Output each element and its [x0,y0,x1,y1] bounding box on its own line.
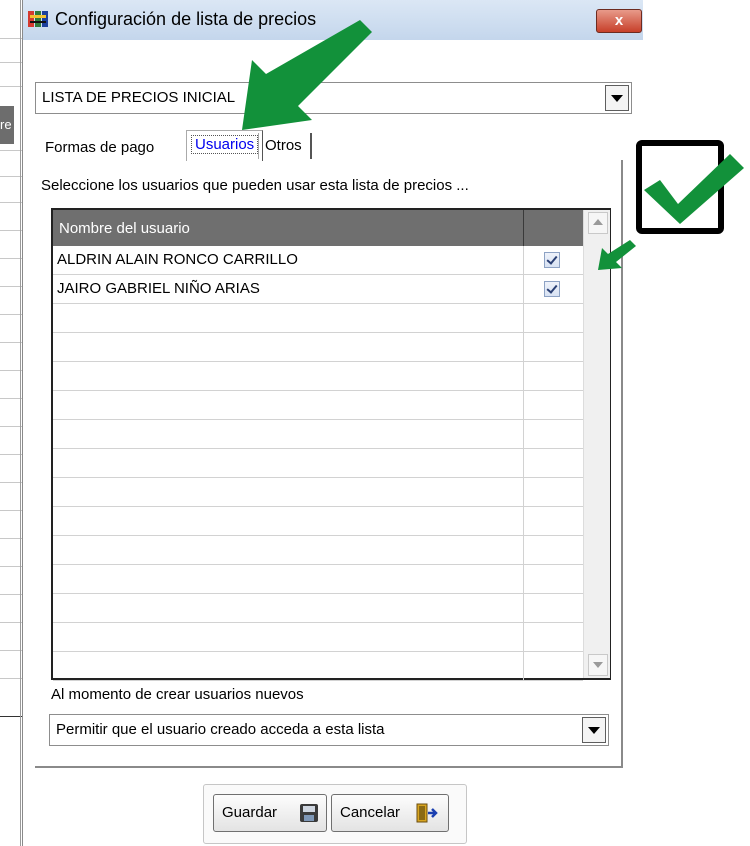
bg-divider [0,286,22,287]
column-separator [523,362,524,390]
bg-divider [0,716,22,717]
bg-divider [0,622,22,623]
bg-divider [0,176,22,177]
column-separator [523,391,524,419]
table-row[interactable] [53,362,583,391]
save-button[interactable]: Guardar [213,794,327,832]
grid-scrollbar[interactable] [583,210,610,678]
bg-divider [0,370,22,371]
close-button[interactable]: x [596,9,642,33]
bg-border [20,0,21,846]
user-access-checkbox[interactable] [544,252,560,268]
bg-divider [0,538,22,539]
window-title: Configuración de lista de precios [55,9,317,29]
bg-tab-fragment: re [0,106,14,144]
column-separator [523,623,524,651]
table-row[interactable] [53,652,583,681]
table-row[interactable] [53,304,583,333]
bg-divider [0,150,22,151]
exit-door-icon [416,803,438,823]
column-separator [523,507,524,535]
tab-usuarios[interactable]: Usuarios [186,130,264,161]
grid-rows: ALDRIN ALAIN RONCO CARRILLO JAIRO GABRIEL… [53,246,583,681]
bg-divider [0,678,22,679]
bg-divider [0,230,22,231]
user-name-cell: ALDRIN ALAIN RONCO CARRILLO [57,251,298,268]
bg-divider [0,314,22,315]
column-header-name[interactable]: Nombre del usuario [59,220,190,237]
table-row[interactable] [53,536,583,565]
table-row[interactable] [53,449,583,478]
table-row[interactable] [53,594,583,623]
bg-divider [0,650,22,651]
app-icon [28,11,48,27]
bg-divider [0,566,22,567]
floppy-disk-icon [300,804,318,822]
table-row[interactable] [53,565,583,594]
table-row[interactable]: JAIRO GABRIEL NIÑO ARIAS [53,275,583,304]
column-separator [523,652,524,680]
save-button-label: Guardar [222,804,278,821]
user-name-cell: JAIRO GABRIEL NIÑO ARIAS [57,280,260,297]
column-separator [523,449,524,477]
column-separator [523,275,524,303]
new-users-value: Permitir que el usuario creado acceda a … [56,721,385,738]
table-row[interactable] [53,507,583,536]
annotation-check-box [636,140,724,234]
table-row[interactable] [53,420,583,449]
column-separator [523,565,524,593]
dropdown-arrow-icon[interactable] [605,85,629,111]
scroll-down-icon[interactable] [588,654,608,676]
bg-divider [0,258,22,259]
grid-header: Nombre del usuario [53,210,583,246]
table-row[interactable] [53,333,583,362]
column-separator [523,304,524,332]
cancel-button[interactable]: Cancelar [331,794,449,832]
column-separator [523,333,524,361]
bg-divider [0,342,22,343]
tab-otros[interactable]: Otros [258,133,312,159]
tab-usuarios-label: Usuarios [191,135,259,154]
column-separator [523,246,524,274]
column-separator [523,536,524,564]
bg-divider [0,454,22,455]
bg-divider [0,482,22,483]
price-list-value: LISTA DE PRECIOS INICIAL [42,89,236,106]
table-row[interactable]: ALDRIN ALAIN RONCO CARRILLO [53,246,583,275]
cancel-button-label: Cancelar [340,804,401,821]
price-list-dropdown[interactable]: LISTA DE PRECIOS INICIAL [35,82,632,114]
column-separator [523,420,524,448]
table-row[interactable] [53,391,583,420]
scroll-up-icon[interactable] [588,212,608,234]
title-bar[interactable]: Configuración de lista de precios x [23,0,643,40]
table-row[interactable] [53,478,583,507]
button-bar: Guardar Cancelar [203,784,467,844]
bg-divider [0,38,22,39]
annotation-checkmark-icon [644,154,744,224]
users-grid: Nombre del usuario ALDRIN ALAIN RONCO CA… [51,208,611,681]
bg-divider [0,594,22,595]
bg-divider [0,510,22,511]
table-row[interactable] [53,623,583,652]
instruction-text: Seleccione los usuarios que pueden usar … [41,177,469,194]
bg-divider [0,62,22,63]
dropdown-arrow-icon[interactable] [582,717,606,743]
bg-divider [0,398,22,399]
new-users-dropdown[interactable]: Permitir que el usuario creado acceda a … [49,714,609,746]
user-access-checkbox[interactable] [544,281,560,297]
header-separator [523,210,524,246]
bg-divider [0,426,22,427]
new-users-label: Al momento de crear usuarios nuevos [51,686,304,703]
column-separator [523,594,524,622]
column-separator [523,478,524,506]
bg-divider [0,86,22,87]
bg-divider [0,202,22,203]
background-app: re [0,0,22,846]
price-list-config-dialog: Configuración de lista de precios x LIST… [22,0,643,846]
